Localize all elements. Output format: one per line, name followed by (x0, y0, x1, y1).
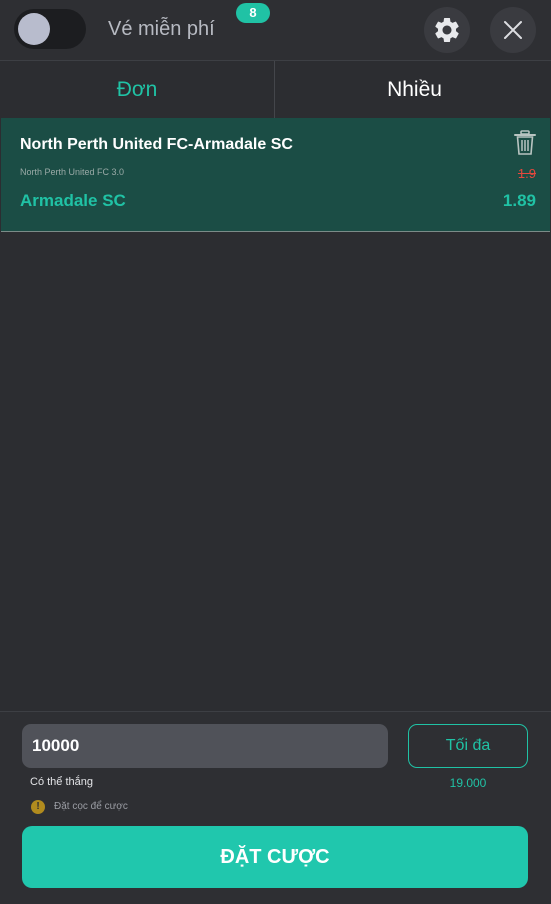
gear-icon (435, 18, 459, 42)
deposit-note: Đặt cọc để cược (54, 801, 128, 812)
close-button[interactable] (490, 7, 536, 53)
stake-input[interactable] (22, 724, 388, 768)
bet-list-empty-area (0, 233, 551, 711)
bet-item: North Perth United FC-Armadale SC North … (1, 118, 550, 232)
settings-button[interactable] (424, 7, 470, 53)
tab-multiple[interactable]: Nhiều (277, 61, 551, 119)
free-ticket-toggle[interactable] (14, 9, 86, 49)
max-stake-button[interactable]: Tối đa (408, 724, 528, 768)
market-line: North Perth United FC 3.0 (20, 167, 125, 177)
selection-name: Armadale SC (20, 191, 126, 210)
header: Vé miễn phí 8 (0, 0, 551, 60)
current-odds: 1.89 (502, 191, 536, 210)
place-bet-button[interactable]: ĐẶT CƯỢC (22, 826, 528, 888)
old-odds: 1.9 (517, 166, 536, 181)
count-badge: 8 (236, 3, 270, 23)
warning-icon: ! (31, 800, 45, 814)
close-icon (504, 21, 522, 39)
match-name: North Perth United FC-Armadale SC (20, 136, 293, 153)
tab-single[interactable]: Đơn (0, 61, 275, 119)
bet-slip: Vé miễn phí 8 Đơn Nhiều North Perth Unit… (0, 0, 551, 904)
stake-panel: Tối đa Có thể thắng 19.000 ! Đặt cọc để … (0, 711, 551, 904)
trash-icon[interactable] (514, 130, 536, 156)
tab-bar: Đơn Nhiều (0, 60, 551, 119)
possible-win-label: Có thể thắng (30, 776, 93, 788)
free-ticket-label: Vé miễn phí (108, 18, 215, 40)
toggle-knob (18, 13, 50, 45)
possible-win-value: 19.000 (449, 776, 487, 790)
